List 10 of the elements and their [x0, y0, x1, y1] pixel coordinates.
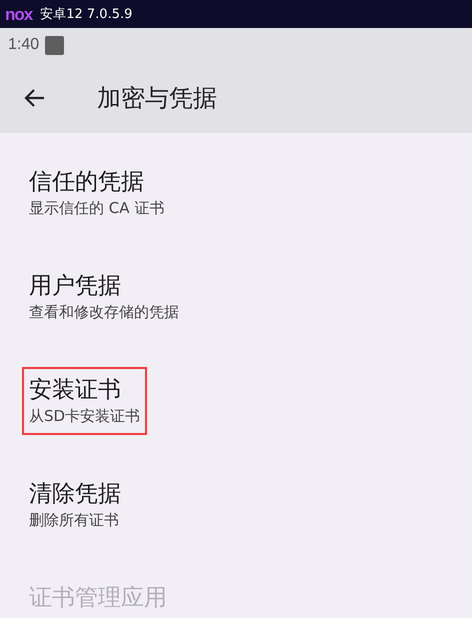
list-item[interactable]: 用户凭据 查看和修改存储的凭据: [22, 263, 186, 331]
list-item[interactable]: 安装证书 从SD卡安装证书: [22, 367, 148, 435]
page-title: 加密与凭据: [97, 82, 217, 114]
notification-icon: [45, 36, 64, 54]
window-title: 安卓12 7.0.5.9: [40, 6, 132, 23]
list-item[interactable]: 信任的凭据 显示信任的 CA 证书: [22, 159, 172, 227]
status-time: 1:40: [8, 36, 40, 54]
app-logo: nox: [5, 6, 32, 22]
list-item[interactable]: 清除凭据 删除所有证书: [22, 471, 128, 539]
back-arrow-icon[interactable]: [23, 88, 45, 108]
